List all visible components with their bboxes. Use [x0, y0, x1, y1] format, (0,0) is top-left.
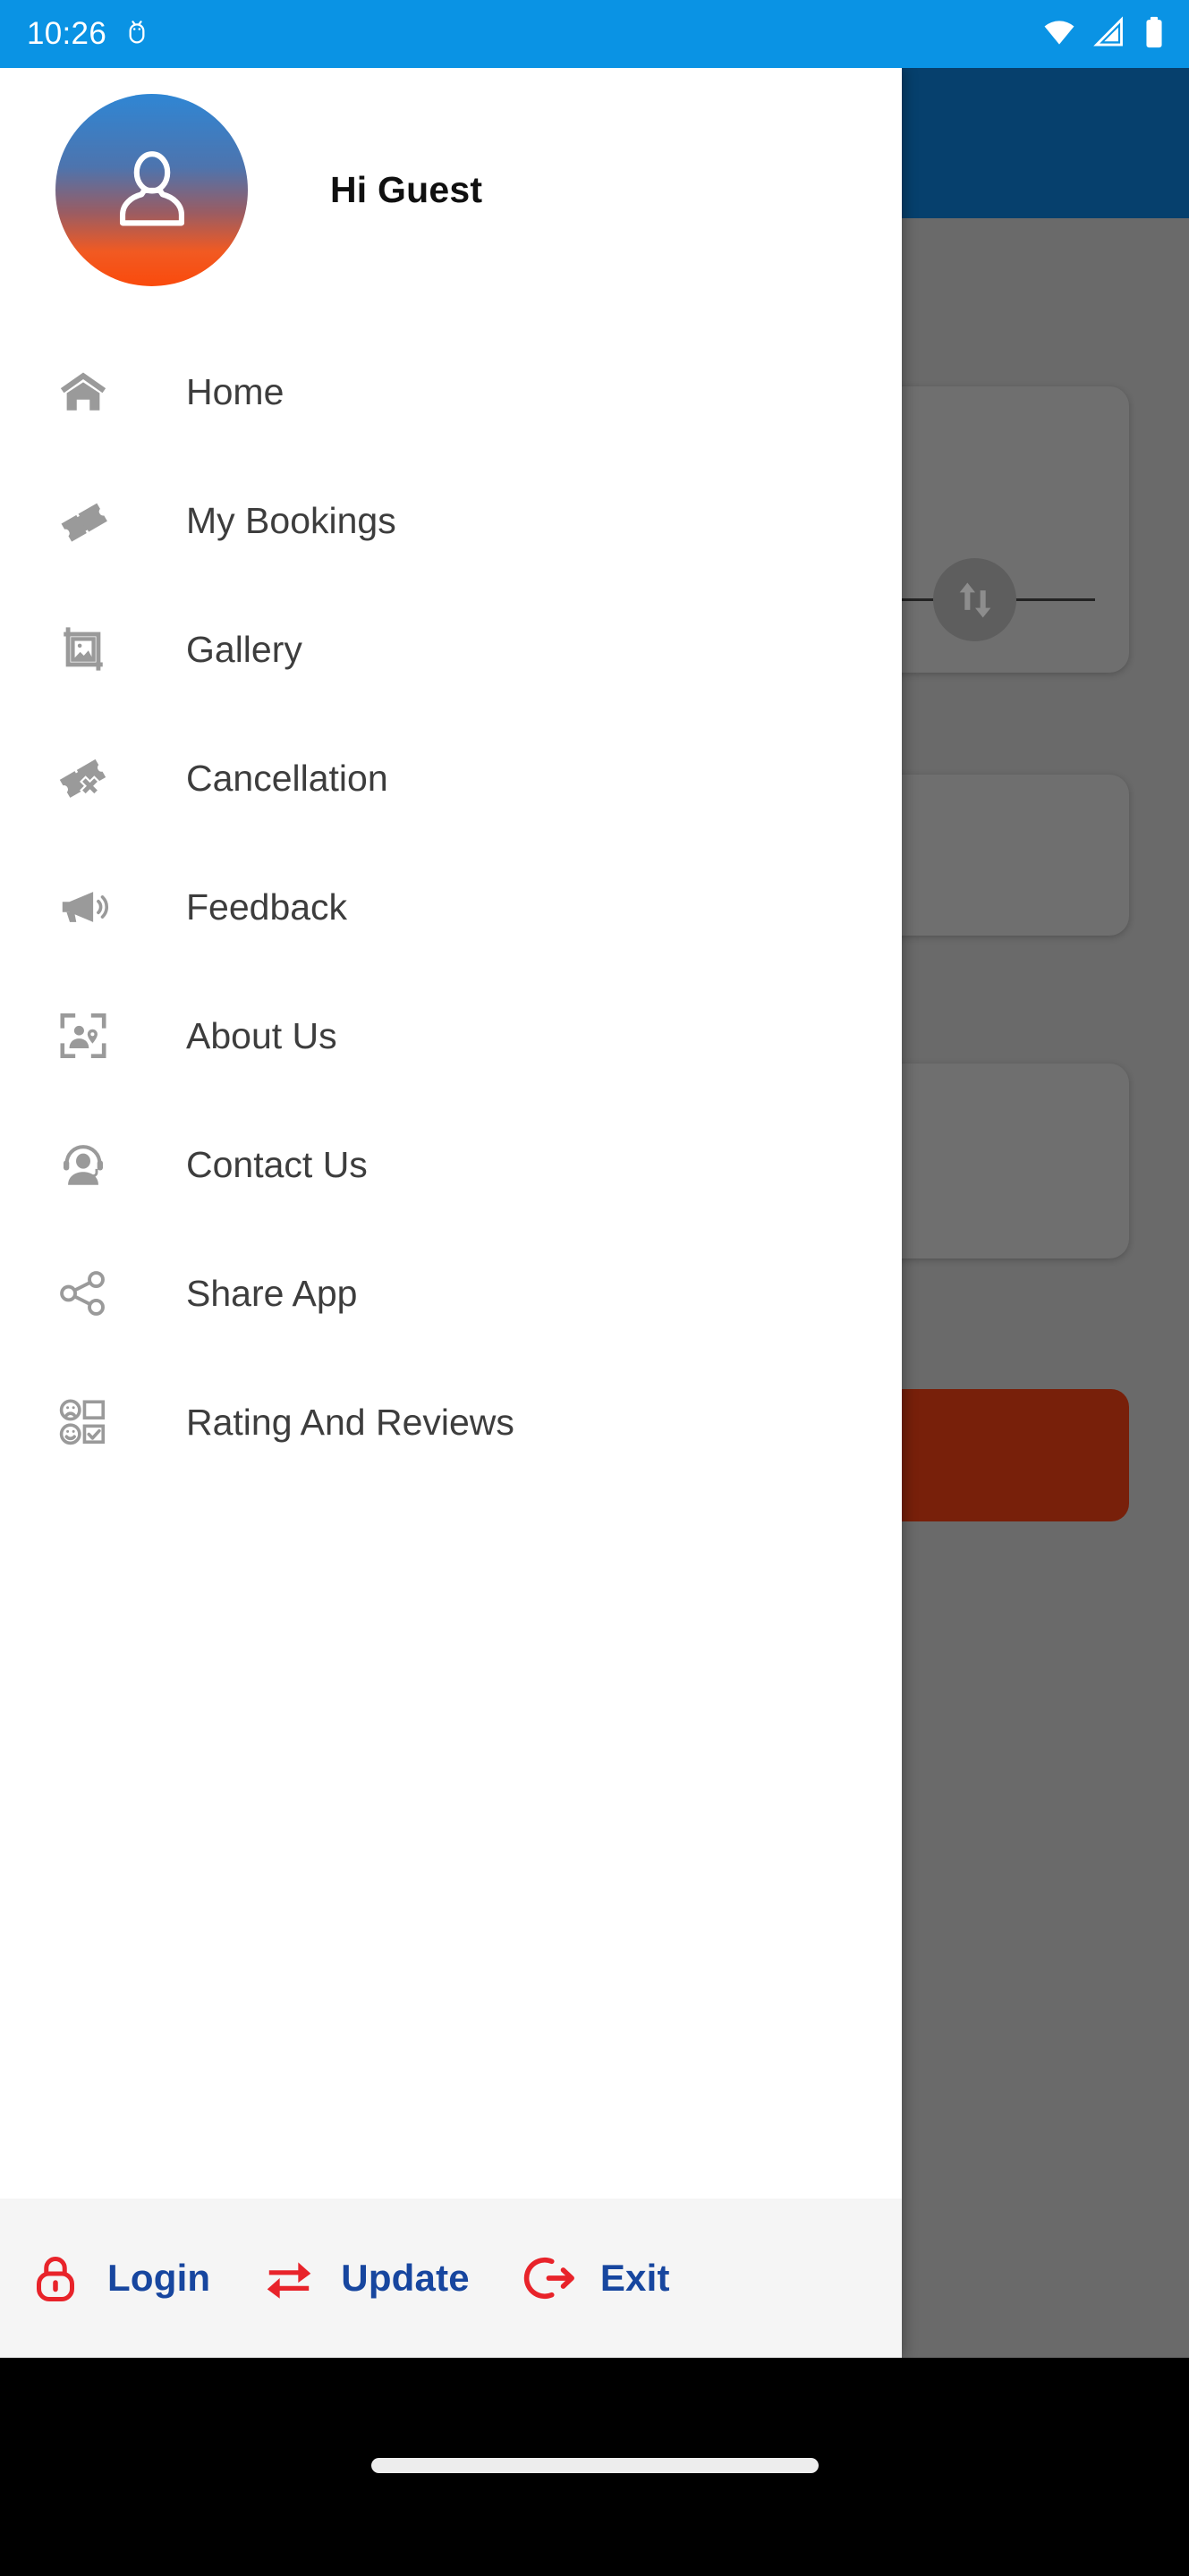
ticket-cancel-icon [55, 750, 111, 806]
status-bar-left: 10:26 [27, 16, 151, 52]
user-avatar-icon[interactable] [55, 93, 248, 286]
sidebar-item-label: Rating And Reviews [186, 1401, 514, 1443]
sidebar-item-label: Feedback [186, 886, 348, 928]
ticket-icon [55, 493, 111, 548]
sidebar-item-label: Home [186, 370, 285, 412]
cellular-signal-icon [1093, 15, 1125, 53]
update-label: Update [341, 2257, 470, 2299]
update-button[interactable]: Update [257, 2246, 470, 2310]
system-nav-bar [0, 2358, 1189, 2576]
sidebar-item-label: About Us [186, 1014, 337, 1056]
logout-icon [516, 2246, 581, 2310]
survey-emoji-icon [55, 1394, 111, 1450]
login-button[interactable]: Login [23, 2246, 210, 2310]
headset-support-icon [55, 1137, 111, 1192]
lock-icon [23, 2246, 88, 2310]
sidebar-item-label: Share App [186, 1272, 358, 1314]
home-gesture-pill[interactable] [370, 2458, 819, 2473]
greeting-text: Hi Guest [330, 168, 483, 210]
image-crop-icon [55, 622, 111, 677]
status-bar: 10:26 [0, 0, 1189, 68]
share-nodes-icon [55, 1266, 111, 1321]
status-bar-right [1042, 15, 1166, 54]
swap-horizontal-icon [257, 2246, 321, 2310]
status-bar-clock: 10:26 [27, 16, 107, 51]
sidebar-item-cancellation[interactable]: Cancellation [0, 714, 902, 843]
sidebar-item-my-bookings[interactable]: My Bookings [0, 456, 902, 585]
sidebar-item-label: Contact Us [186, 1143, 368, 1185]
sidebar-item-about-us[interactable]: About Us [0, 971, 902, 1100]
sidebar-item-label: My Bookings [186, 499, 396, 541]
drawer-action-bar: Login Update Exit [0, 2199, 902, 2358]
sidebar-item-gallery[interactable]: Gallery [0, 585, 902, 714]
sidebar-item-label: Gallery [186, 628, 302, 670]
drawer-header: Hi Guest [0, 68, 902, 311]
navigation-drawer: Hi Guest Home My Bookings Gallery Cancel… [0, 68, 902, 2358]
sidebar-item-home[interactable]: Home [0, 327, 902, 456]
wifi-icon [1042, 15, 1076, 54]
sidebar-item-share-app[interactable]: Share App [0, 1229, 902, 1358]
home-icon [55, 364, 111, 419]
sidebar-item-rating-and-reviews[interactable]: Rating And Reviews [0, 1358, 902, 1487]
exit-label: Exit [599, 2257, 670, 2299]
android-debug-icon [123, 18, 151, 51]
megaphone-icon [55, 879, 111, 935]
sidebar-item-label: Cancellation [186, 757, 388, 799]
login-label: Login [107, 2257, 211, 2299]
person-location-frame-icon [55, 1008, 111, 1063]
sidebar-item-feedback[interactable]: Feedback [0, 843, 902, 971]
drawer-menu: Home My Bookings Gallery Cancellation Fe… [0, 311, 902, 2199]
sidebar-item-contact-us[interactable]: Contact Us [0, 1100, 902, 1229]
exit-button[interactable]: Exit [516, 2246, 670, 2310]
phone-screen: Hi Guest Home My Bookings Gallery Cancel… [0, 0, 1189, 2576]
battery-icon [1142, 15, 1166, 54]
